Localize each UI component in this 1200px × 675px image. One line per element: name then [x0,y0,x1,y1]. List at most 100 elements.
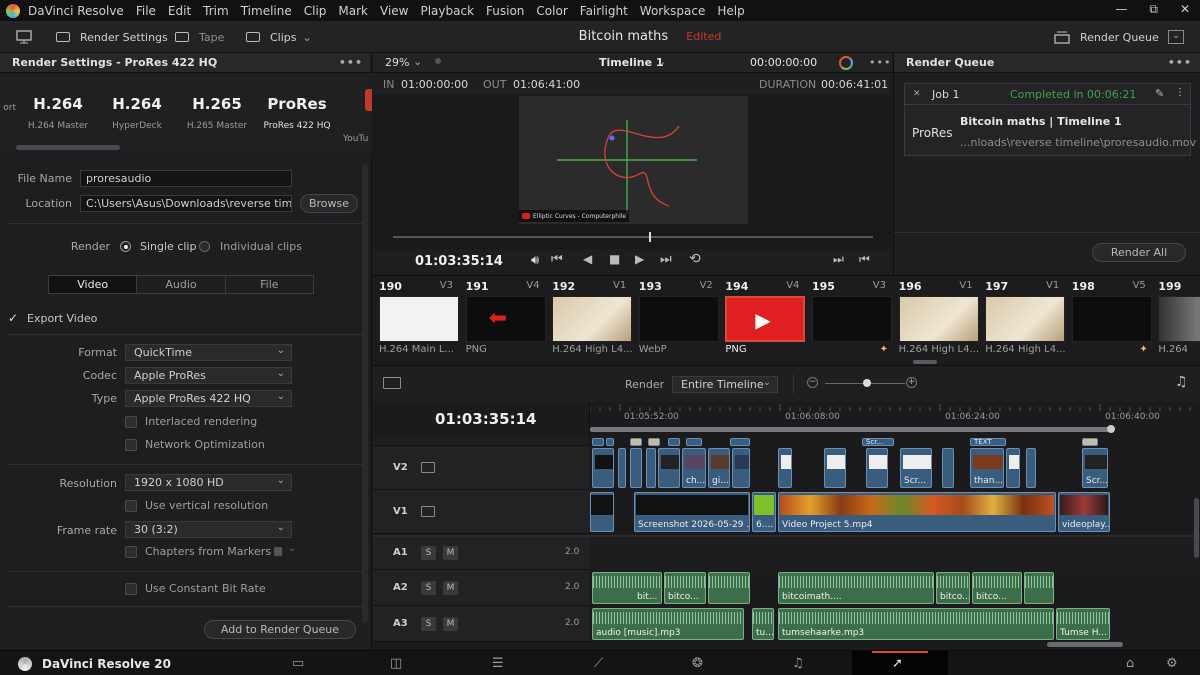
chevron-down-icon[interactable]: ⌄ [288,543,296,554]
playhead[interactable] [649,232,651,242]
film-strip-icon[interactable] [421,506,435,517]
clip-thumbnail-193[interactable]: 193 V2 WebP [633,276,719,366]
loop-icon[interactable]: ⟲ [689,251,701,267]
timeline-clip[interactable] [646,448,656,488]
audio-clip[interactable]: tu... [752,608,774,640]
render-range-select[interactable]: Entire Timeline ⌄ [672,376,778,393]
single-clip-radio[interactable] [120,241,131,252]
menu-color[interactable]: Color [536,4,567,18]
browse-button[interactable]: Browse [300,194,358,213]
audio-clip[interactable] [708,572,750,604]
mute-button[interactable]: M [443,546,458,560]
timeline-clip[interactable] [1082,438,1098,446]
clip-thumbnail-195[interactable]: 195 V3 ✦ [806,276,892,366]
close-icon[interactable]: ✕ [913,89,921,99]
mute-button[interactable]: M [443,617,458,631]
clip-thumbnail-192[interactable]: 192 V1 H.264 High L4... [546,276,633,366]
play-reverse-icon[interactable]: ◀ [583,252,592,266]
menu-view[interactable]: View [380,4,408,18]
preset-hyperdeck[interactable]: H.264 HyperDeck [97,95,177,131]
restore-button[interactable]: ⧉ [1149,2,1158,17]
render-job-card[interactable]: ✕ Job 1 Completed in 00:06:21 ✎ ⋮ ProRes… [904,83,1196,156]
go-to-end-icon[interactable]: ⏭ [660,252,672,267]
render-queue-button[interactable]: Render Queue [1054,21,1159,53]
menu-timeline[interactable]: Timeline [241,4,292,18]
timeline-clip[interactable] [618,448,626,488]
timeline-clip[interactable]: 6.... [752,492,776,532]
music-note-icon[interactable]: ♫ [1175,374,1188,390]
volume-icon[interactable]: 🔊︎ [531,253,539,268]
frame-rate-select[interactable]: 30 (3:2) ⌄ [125,521,292,538]
more-options-icon[interactable]: ⋮ [1175,87,1185,98]
vertical-res-checkbox[interactable] [125,500,137,512]
timeline-clip[interactable] [1006,448,1020,488]
timeline-clip[interactable] [668,438,680,446]
clips-strip-scrollbar[interactable] [913,360,937,364]
timeline-options-icon[interactable] [383,377,401,389]
render-settings-button[interactable]: Render Settings [56,21,168,53]
more-options-icon[interactable]: ••• [1168,56,1192,69]
network-opt-checkbox[interactable] [125,439,137,451]
clip-thumbnail-194[interactable]: ▶ 194 V4 PNG [719,276,806,366]
monitor-toggle-button[interactable] [16,21,32,53]
audio-clip[interactable]: audio [music].mp3 [592,608,744,640]
timeline-clip[interactable] [648,438,660,446]
color-page-icon[interactable]: ❂ [692,656,703,671]
add-to-render-queue-button[interactable]: Add to Render Queue [204,620,356,639]
settings-scrollbar[interactable] [362,163,368,623]
interlaced-checkbox[interactable] [125,416,137,428]
tab-video[interactable]: Video [49,276,137,293]
audio-clip[interactable]: bit... [592,572,662,604]
mute-button[interactable]: M [443,581,458,595]
clip-thumbnail-197[interactable]: 197 V1 H.264 High L4... [979,276,1066,366]
edit-pencil-icon[interactable]: ✎ [1155,87,1164,100]
timeline-clip[interactable] [824,448,846,488]
audio-clip[interactable]: bitcoimath.... [778,572,934,604]
deliver-page-tab[interactable]: ➚ [852,651,948,675]
clip-thumbnail-191[interactable]: ⬅ 191 V4 PNG [460,276,546,366]
export-video-checkbox[interactable]: ✓ [8,311,18,325]
timeline-h-scrollbar[interactable] [1047,642,1123,647]
close-button[interactable]: ✕ [1180,2,1190,17]
expand-button[interactable]: ⌄ [1168,21,1184,53]
timeline-clip[interactable] [606,438,614,446]
audio-clip[interactable]: bitco... [972,572,1022,604]
audio-clip[interactable]: Tumse H... [1056,608,1110,640]
edit-page-icon[interactable]: ☰ [492,656,504,671]
solo-button[interactable]: S [421,581,436,595]
timeline-clip[interactable] [686,438,702,446]
color-wheel-icon[interactable] [839,56,853,70]
zoom-select[interactable]: 29% [385,56,409,69]
clips-button[interactable]: Clips ⌄ [246,21,312,53]
resolution-select[interactable]: 1920 x 1080 HD ⌄ [125,474,292,491]
tab-audio[interactable]: Audio [136,276,224,293]
timeline-clip[interactable]: Scr... [1082,448,1108,488]
timeline-scrollbar[interactable] [590,427,1110,432]
menu-edit[interactable]: Edit [168,4,191,18]
audio-clip[interactable]: tumsehaarke.mp3 [778,608,1054,640]
audio-clip[interactable]: bitco... [664,572,706,604]
chevron-down-icon[interactable]: ⌄ [657,55,666,68]
timeline-clip[interactable]: Screenshot 2026-05-29 ... [634,492,750,532]
cut-page-icon[interactable]: ◫ [390,656,402,671]
menu-file[interactable]: File [136,4,156,18]
menu-clip[interactable]: Clip [304,4,327,18]
tab-file[interactable]: File [224,276,313,293]
menu-workspace[interactable]: Workspace [640,4,706,18]
clip-thumbnail-196[interactable]: 196 V1 H.264 High L4... [893,276,979,366]
stop-icon[interactable]: ■ [609,252,620,266]
zoom-slider-handle[interactable] [863,379,871,387]
timeline-clip[interactable] [778,448,792,488]
play-icon[interactable]: ▶ [635,252,644,266]
clip-thumbnail-199[interactable]: 199 H.264 [1152,276,1200,366]
clip-thumbnail-190[interactable]: 190 V3 H.264 Main L... [373,276,459,366]
location-input[interactable]: C:\Users\Asus\Downloads\reverse timelir [80,195,292,212]
fairlight-page-icon[interactable]: ♫ [792,656,804,671]
chevron-down-icon[interactable]: ⌄ [413,55,422,68]
timeline-clip[interactable] [630,438,642,446]
next-clip-icon[interactable]: ⏭ [833,252,844,267]
settings-gear-icon[interactable]: ⚙ [1166,656,1178,671]
timeline-clip[interactable]: ch... [682,448,706,488]
timeline-name[interactable]: Timeline 1 [599,56,664,69]
timeline-clip[interactable]: videoplay... [1058,492,1110,532]
